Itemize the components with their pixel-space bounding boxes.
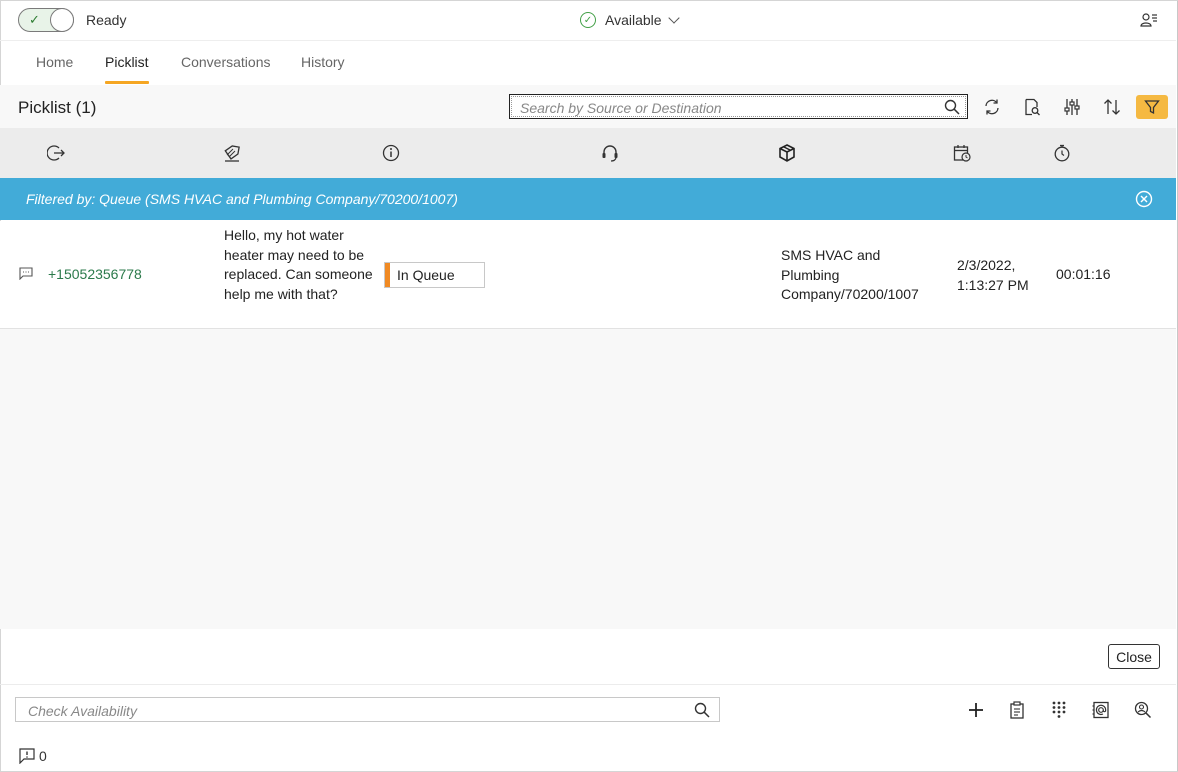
tab-home[interactable]: Home [36,54,73,70]
clear-filter-icon[interactable] [1135,190,1153,208]
availability-dropdown[interactable]: ✓ Available [580,10,680,30]
top-bar: ✓ Ready ✓ Available [0,0,1176,41]
stopwatch-column-icon[interactable] [1053,144,1071,162]
filter-icon [1144,100,1160,115]
list-empty-area [0,329,1176,629]
dialpad-button[interactable] [1049,700,1069,720]
contact-search-button[interactable] [1133,700,1153,720]
toggle-knob [50,8,74,32]
user-menu-icon[interactable] [1140,12,1158,28]
queue-box-column-icon[interactable] [778,144,796,162]
queue-name: SMS HVAC and Plumbing Company/70200/1007 [781,247,919,302]
check-availability-box [15,697,720,722]
availability-label: Available [605,12,662,28]
tab-picklist[interactable]: Picklist [105,54,149,70]
ready-label: Ready [86,12,127,28]
clipboard-icon [1010,701,1024,719]
filter-text: Filtered by: Queue (SMS HVAC and Plumbin… [26,191,458,207]
wait-duration: 00:01:16 [1056,266,1111,282]
status-badge: In Queue [384,262,485,288]
tab-bar: Home Picklist Conversations History [0,40,1176,85]
message-preview: Hello, my hot water heater may need to b… [224,227,373,302]
footer-divider [0,684,1176,685]
headset-column-icon[interactable] [601,144,619,162]
settings-sliders-button[interactable] [1056,95,1088,119]
calendar-clock-column-icon[interactable] [953,144,971,162]
column-header-row [0,128,1176,178]
tab-conversations[interactable]: Conversations [181,54,271,70]
clipboard-button[interactable] [1007,700,1027,720]
sort-button[interactable] [1096,95,1128,119]
tab-history[interactable]: History [301,54,345,70]
info-column-icon[interactable] [382,144,400,162]
source-column-icon[interactable] [47,144,65,162]
plus-icon [969,703,983,717]
check-icon: ✓ [29,12,40,27]
search-input[interactable] [518,97,932,118]
sms-message-icon [19,267,33,280]
document-search-icon [1025,98,1040,116]
email-contact-button[interactable] [1091,700,1111,720]
dialpad-icon [1052,701,1066,718]
ready-toggle[interactable]: ✓ [18,8,74,32]
add-button[interactable] [966,700,986,720]
check-availability-input[interactable] [26,701,680,721]
search-box [509,94,968,119]
picklist-header: Picklist (1) [0,85,1176,128]
status-color-bar [385,263,390,287]
filter-button[interactable] [1136,95,1168,119]
refresh-button[interactable] [976,95,1008,119]
view-details-button[interactable] [1016,95,1048,119]
alerts-indicator[interactable]: 0 [19,747,47,765]
alert-message-icon [19,748,35,764]
refresh-icon [985,99,999,115]
chevron-down-icon [667,12,680,24]
search-icon[interactable] [944,99,960,115]
email-at-icon [1092,701,1109,719]
available-check-icon: ✓ [580,12,596,28]
tag-column-icon[interactable] [223,144,241,162]
close-button[interactable]: Close [1108,644,1160,669]
received-date: 2/3/2022, 1:13:27 PM [957,257,1029,293]
source-link[interactable]: +15052356778 [48,266,142,282]
alert-count: 0 [39,748,47,764]
sort-arrows-icon [1104,99,1120,115]
status-label: In Queue [397,267,455,283]
sliders-icon [1064,99,1080,115]
page-title: Picklist (1) [18,98,97,117]
active-tab-indicator [105,81,149,84]
search-icon[interactable] [694,702,710,718]
table-row[interactable]: +15052356778 Hello, my hot water heater … [0,221,1176,329]
user-search-icon [1134,701,1152,719]
filter-banner: Filtered by: Queue (SMS HVAC and Plumbin… [0,178,1176,220]
